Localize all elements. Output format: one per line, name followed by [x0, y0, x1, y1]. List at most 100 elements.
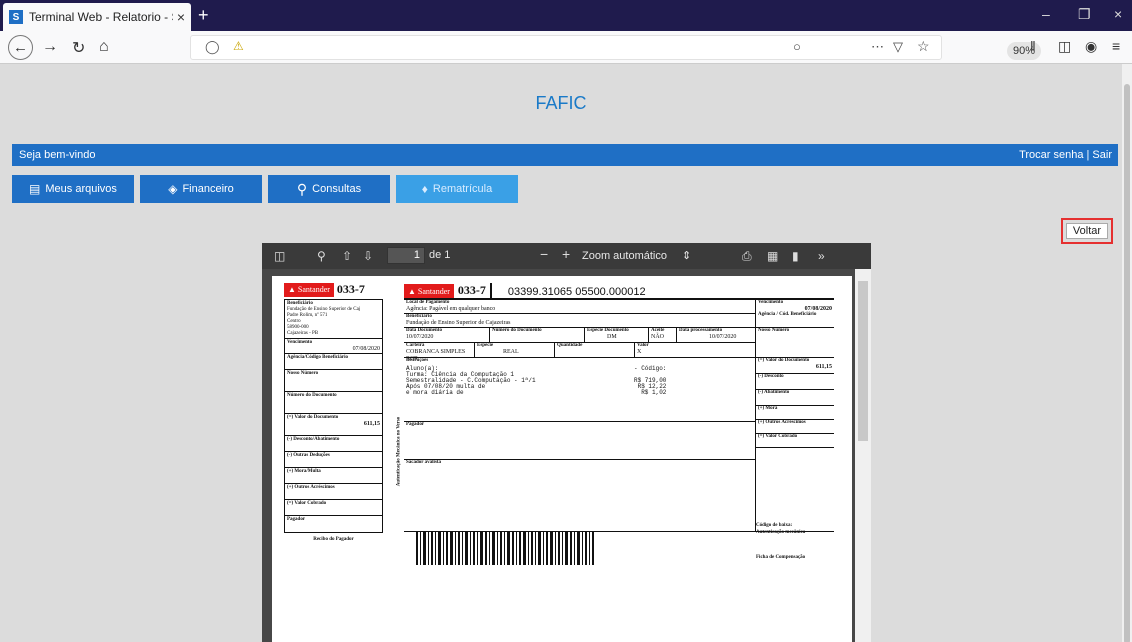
abatement-label: (-) Abatimento	[758, 390, 790, 395]
stub-fine: (+) Mora/Multa	[285, 468, 382, 484]
zoom-select-arrow-icon: ⇕	[682, 250, 692, 262]
stub-beneficiary: Beneficiário Fundação de Ensino Superior…	[285, 300, 382, 339]
money-icon: ◈	[168, 182, 178, 196]
stub-charged-label: (=) Valor Cobrado	[287, 501, 327, 506]
reload-icon[interactable]: ↻	[72, 38, 85, 58]
flame-icon: ▲	[408, 286, 416, 296]
pdf-search-icon[interactable]: ⚲	[317, 249, 326, 263]
page-number-input[interactable]: 1	[387, 247, 425, 264]
mech-auth-label: Autenticação mecânica	[756, 530, 806, 535]
doc-number: Número do Documento	[489, 328, 584, 342]
next-page-icon[interactable]: ⇩	[363, 249, 373, 263]
close-window-icon[interactable]: ×	[1114, 6, 1122, 22]
stub-doc-number: Número do Documento	[285, 392, 382, 414]
bookmark-icon[interactable]: ▮	[792, 249, 799, 263]
zoom-in-icon[interactable]: +	[562, 246, 570, 262]
menu-label: Consultas	[312, 183, 362, 195]
doc-info-row: Data Documento 10/07/2020 Número do Docum…	[404, 328, 755, 343]
boleto-page: ▲ Santander 033-7 Beneficiário Fundação …	[272, 276, 852, 642]
menu-rematricula[interactable]: ♦ Rematrícula	[396, 175, 518, 203]
browser-navbar: ← → ↻ ⌂ ◯ ⚠ ○ 90% ⋯ ▽ ☆ ‖ ◫ ◉ ≡	[0, 31, 1132, 64]
stub-beneficiary-label: Beneficiário	[287, 301, 313, 306]
shield-icon[interactable]: ◯	[205, 39, 220, 55]
receipt-stub: ▲ Santander 033-7 Beneficiário Fundação …	[284, 282, 383, 542]
stub-due: Vencimento 07/08/2020	[285, 339, 382, 354]
guarantor: Sacador avalista	[404, 460, 755, 532]
stub-due-label: Vencimento	[287, 340, 313, 345]
payer: Pagador	[404, 422, 755, 460]
bank-name: Santander	[297, 285, 330, 294]
page-scrollbar[interactable]	[1122, 64, 1132, 642]
sidebar-toggle-icon[interactable]: ◫	[274, 249, 285, 263]
tab-close-icon[interactable]: ×	[177, 9, 185, 25]
voltar-button[interactable]: Voltar	[1066, 223, 1108, 239]
print-icon[interactable]: ⎙	[742, 249, 752, 264]
fine: (+) Mora	[756, 406, 834, 420]
payment-place-value: Agência: Pagável em qualquer banco	[406, 306, 496, 312]
accept: Aceite NÃO	[648, 328, 676, 342]
tools-icon[interactable]: »	[818, 249, 825, 263]
favicon: S	[9, 10, 23, 24]
browser-tab[interactable]: S Terminal Web - Relatorio - Sop ×	[3, 3, 191, 31]
sidebar-icon[interactable]: ◫	[1058, 38, 1071, 55]
bookmark-star-icon[interactable]: ☆	[917, 38, 930, 55]
menu-label: Rematrícula	[432, 183, 493, 195]
pdf-scrollbar[interactable]	[855, 269, 871, 642]
stub-due-value: 07/08/2020	[352, 346, 380, 352]
due: Vencimento 07/08/2020 Agência / Cód. Benef…	[756, 300, 834, 328]
menu-consultas[interactable]: ⚲ Consultas	[268, 175, 390, 203]
stub-discount-label: (-) Desconto/Abatimento	[287, 437, 340, 442]
save-icon[interactable]: ▦	[767, 249, 778, 263]
stub-payer: Pagador	[285, 516, 382, 532]
back-button[interactable]: ←	[8, 35, 33, 60]
more-icon[interactable]: ⋯	[871, 39, 884, 55]
minimize-icon[interactable]: –	[1042, 6, 1050, 22]
zoom-out-icon[interactable]: −	[540, 246, 548, 262]
charged-label: (=) Valor Cobrado	[758, 434, 798, 439]
menu-financeiro[interactable]: ◈ Financeiro	[140, 175, 262, 203]
zoom-select[interactable]: Zoom automático ⇕	[582, 249, 691, 262]
instructions-amounts: - Código: R$ 719,00 R$ 12,22 R$ 1,02	[634, 365, 667, 396]
welcome-text: Seja bem-vindo	[19, 149, 96, 161]
agency-label: Agência / Cód. Beneficiário	[758, 312, 817, 317]
url-bar[interactable]: ◯ ⚠ ○ 90% ⋯ ▽ ☆	[190, 35, 1041, 60]
barcode	[416, 531, 594, 565]
slip-right: Vencimento 07/08/2020 Agência / Cód. Benef…	[756, 300, 834, 532]
doc-value-amount: 611,15	[815, 364, 832, 370]
additions-label: (+) Outros Acréscimos	[758, 420, 806, 425]
bulb-icon[interactable]: ○	[793, 39, 801, 54]
zoom-badge[interactable]: 90%	[1007, 42, 1041, 60]
menu-meus-arquivos[interactable]: ▤ Meus arquivos	[12, 175, 134, 203]
new-tab-button[interactable]: +	[198, 5, 209, 26]
menu-icon[interactable]: ≡	[1112, 38, 1120, 54]
santander-logo: ▲ Santander	[404, 284, 454, 298]
account-links[interactable]: Trocar senha | Sair	[1019, 149, 1112, 161]
forward-icon[interactable]: →	[42, 38, 58, 56]
stub-our-number-label: Nosso Número	[287, 371, 319, 376]
library-icon[interactable]: ‖	[1030, 38, 1036, 54]
pocket-icon[interactable]: ▽	[893, 39, 903, 55]
page: FAFIC Seja bem-vindo Trocar senha | Sair…	[0, 64, 1122, 642]
prev-page-icon[interactable]: ⇧	[342, 249, 352, 263]
stub-beneficiary-line: Cajazeiras - PB	[287, 331, 319, 336]
account-icon[interactable]: ◉	[1085, 38, 1097, 55]
stub-additions: (+) Outros Acréscimos	[285, 484, 382, 500]
stub-charged: (=) Valor Cobrado	[285, 500, 382, 516]
due-label: Vencimento	[758, 300, 784, 305]
processing-date-value: 10/07/2020	[709, 334, 737, 340]
doc-number-label: Número do Documento	[492, 328, 542, 333]
stub-agency-label: Agência/Código Beneficiário	[287, 355, 348, 360]
drop-code-label: Código de baixa:	[756, 523, 793, 528]
inbox-icon: ▤	[29, 182, 41, 196]
restore-icon[interactable]: ❐	[1078, 6, 1091, 23]
home-icon[interactable]: ⌂	[99, 38, 109, 56]
flame-icon: ▲	[288, 285, 296, 294]
zoom-select-value: Zoom automático	[582, 250, 667, 262]
slip-grid: Local de Pagamento Agência: Pagável em q…	[404, 300, 834, 532]
lock-warning-icon[interactable]: ⚠	[233, 39, 244, 53]
pdf-scroll-thumb[interactable]	[858, 281, 868, 441]
page-scroll-thumb[interactable]	[1124, 84, 1130, 642]
stub-doc-number-label: Número do Documento	[287, 393, 337, 398]
stub-deductions: (-) Outras Deduções	[285, 452, 382, 468]
slip-header: ▲ Santander 033-7 03399.31065 05500.0000…	[404, 282, 834, 300]
